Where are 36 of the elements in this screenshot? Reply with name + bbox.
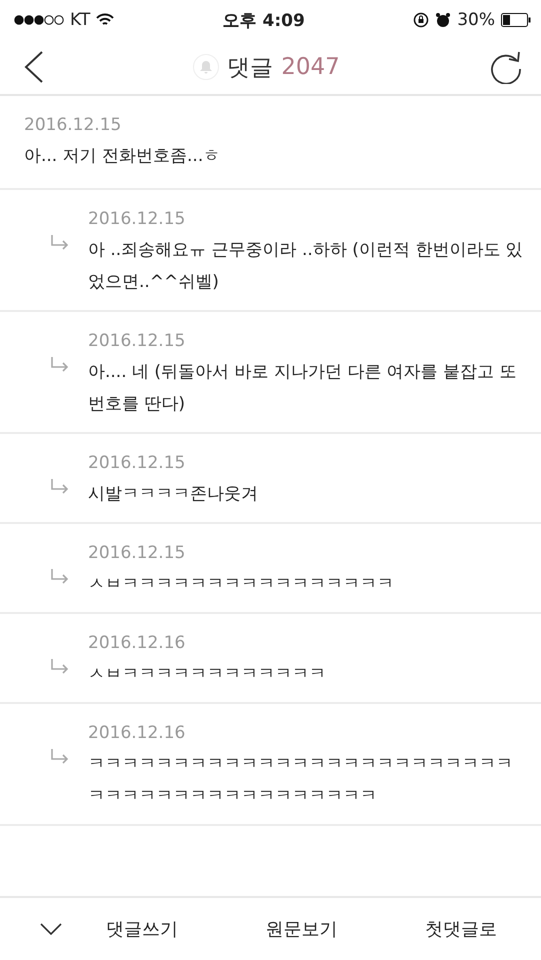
clock: 오후 4:09 (222, 10, 305, 32)
page-title: 댓글 (227, 54, 274, 82)
signal-icon (14, 14, 64, 26)
comment-text: 아... 저기 전화번호좀...ㅎ (24, 145, 222, 168)
comment-text: ㅋㅋㅋㅋㅋㅋㅋㅋㅋㅋㅋㅋㅋㅋㅋㅋㅋㅋㅋㅋㅋㅋㅋㅋㅋㅋㅋㅋㅋㅋㅋㅋㅋㅋㅋㅋㅋㅋㅋㅋㅋㅋ (88, 753, 514, 808)
comment-date: 2016.12.16 (88, 632, 186, 655)
back-button[interactable] (24, 51, 44, 83)
rotation-lock-icon (413, 12, 430, 28)
comment-date: 2016.12.15 (88, 452, 186, 475)
reply-arrow-icon (50, 234, 70, 252)
comment-text: ㅅㅂㅋㅋㅋㅋㅋㅋㅋㅋㅋㅋㅋㅋ (88, 663, 327, 686)
battery-icon (501, 13, 531, 27)
comment-text: 아.... 네 (뒤돌아서 바로 지나가던 다른 여자를 붙잡고 또 번호를 딴다) (88, 361, 518, 416)
reply-arrow-icon (50, 356, 70, 374)
carrier-label: KT (70, 10, 90, 30)
toolbar-button[interactable]: 첫댓글로 (415, 911, 508, 947)
comment-text: ㅅㅂㅋㅋㅋㅋㅋㅋㅋㅋㅋㅋㅋㅋㅋㅋㅋㅋ (88, 573, 395, 596)
comment-date: 2016.12.16 (88, 722, 186, 745)
comment-date: 2016.12.15 (24, 114, 122, 137)
collapse-button[interactable] (40, 923, 62, 935)
comment-date: 2016.12.15 (88, 208, 186, 231)
comment-text: 시발ㅋㅋㅋㅋ존나웃겨 (88, 483, 259, 506)
comment-text: 아 ..죄송해요ㅠ 근무중이라 ..하하 (이런적 한번이라도 있었으면..^^쉬벨) (88, 239, 524, 294)
toolbar-button[interactable]: 원문보기 (255, 911, 348, 947)
wifi-icon (96, 13, 114, 27)
comment-date: 2016.12.15 (88, 330, 186, 353)
comment-count: 2047 (281, 54, 340, 80)
reply-arrow-icon (50, 568, 70, 586)
battery-percent: 30% (457, 10, 495, 30)
comment-date: 2016.12.15 (88, 542, 186, 565)
refresh-button[interactable] (488, 50, 523, 84)
toolbar-button[interactable]: 댓글쓰기 (96, 911, 188, 947)
reply-arrow-icon (50, 478, 70, 496)
alarm-icon (435, 12, 452, 28)
reply-arrow-icon (50, 748, 70, 766)
reply-arrow-icon (50, 658, 70, 676)
